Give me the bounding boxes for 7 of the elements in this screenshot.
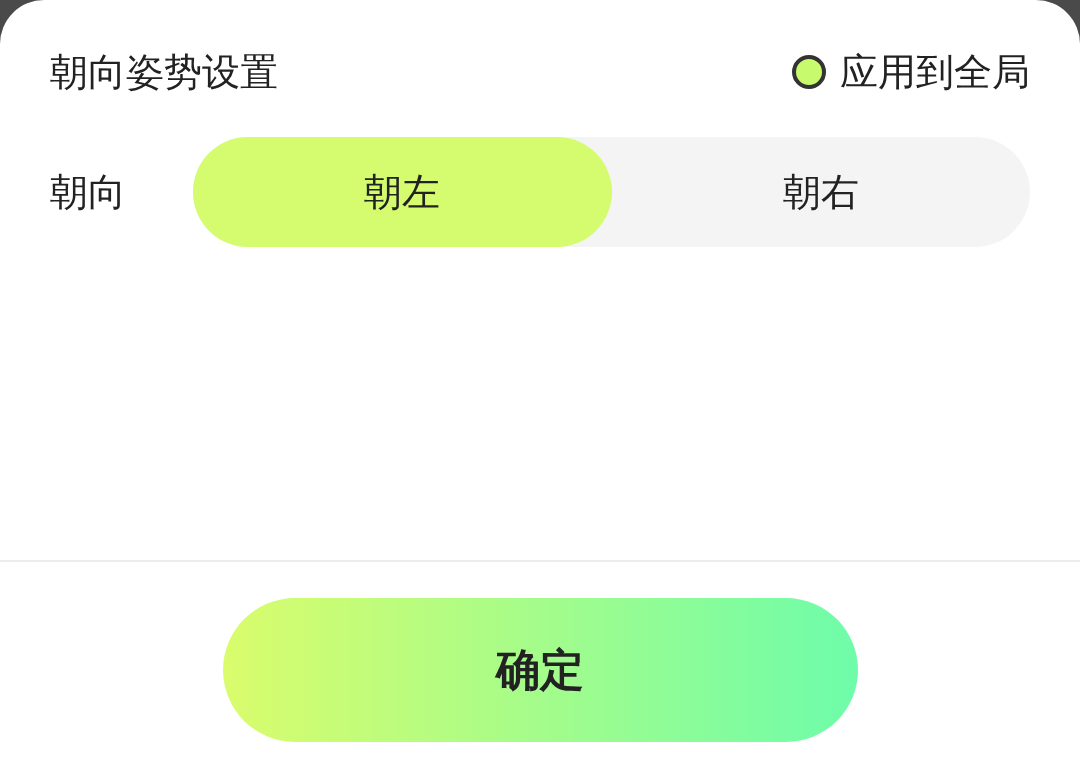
confirm-button[interactable]: 确定 (222, 598, 858, 742)
sheet-title: 朝向姿势设置 (50, 48, 278, 96)
apply-global-radio[interactable] (792, 55, 826, 89)
orientation-label: 朝向 (50, 168, 127, 216)
orientation-option[interactable]: 朝右 (611, 137, 1030, 247)
apply-global-label: 应用到全局 (840, 48, 1030, 96)
orientation-option[interactable]: 朝左 (193, 137, 612, 247)
